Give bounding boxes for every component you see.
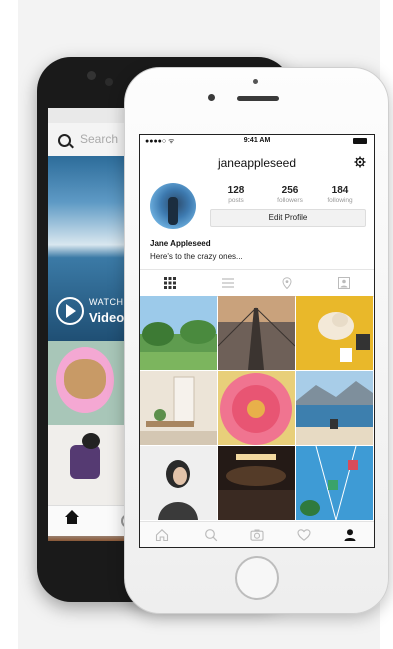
search-icon xyxy=(58,134,71,147)
dog-body xyxy=(70,445,100,479)
following-label: following xyxy=(327,197,353,204)
pug xyxy=(64,359,106,399)
avatar-person xyxy=(168,197,178,225)
followers-stat[interactable]: 256 followers xyxy=(264,185,316,204)
followers-label: followers xyxy=(277,197,303,204)
grid-photo-1[interactable] xyxy=(140,296,217,370)
display-name: Jane Appleseed xyxy=(150,239,211,248)
following-stat[interactable]: 184 following xyxy=(314,185,366,204)
heart-icon[interactable] xyxy=(297,528,311,542)
pink-flower-photo xyxy=(218,371,295,445)
back-sensor-dot xyxy=(105,78,113,86)
profile-screen: ●●●●○ ᯤ 9:41 AM janeappleseed 128 posts … xyxy=(139,134,375,548)
grid-photo-4[interactable] xyxy=(140,371,217,445)
bottom-tab-bar xyxy=(140,521,374,547)
profile-header: janeappleseed xyxy=(140,149,374,175)
beach-photo xyxy=(296,371,373,445)
watch-label: WATCH xyxy=(89,297,124,307)
home-button[interactable] xyxy=(235,556,279,600)
bio-text: Here's to the crazy ones... xyxy=(150,252,243,261)
concert-photo xyxy=(218,446,295,520)
search-icon[interactable] xyxy=(204,528,218,542)
battery-icon xyxy=(353,138,367,144)
front-speaker xyxy=(237,96,279,101)
posts-stat[interactable]: 128 posts xyxy=(210,185,262,204)
posts-label: posts xyxy=(228,197,244,204)
play-icon[interactable] xyxy=(56,297,84,325)
camera-icon[interactable] xyxy=(250,528,264,542)
grid-photo-6[interactable] xyxy=(296,371,373,445)
grid-photo-9[interactable] xyxy=(296,446,373,520)
video-label: Video xyxy=(89,310,125,325)
home-icon[interactable] xyxy=(65,510,79,526)
edit-profile-button[interactable]: Edit Profile xyxy=(210,209,366,227)
status-time: 9:41 AM xyxy=(243,137,271,144)
grid-photo-3[interactable] xyxy=(296,296,373,370)
followers-count: 256 xyxy=(281,185,299,196)
posts-count: 128 xyxy=(227,185,245,196)
front-sensor-dot xyxy=(253,79,258,84)
list-icon[interactable] xyxy=(222,277,234,289)
front-camera xyxy=(208,94,215,101)
portrait-photo xyxy=(140,446,217,520)
status-bar: ●●●●○ ᯤ 9:41 AM xyxy=(140,135,374,148)
park-photo xyxy=(140,296,217,370)
profile-icon[interactable] xyxy=(343,528,357,542)
grid-photo-2[interactable] xyxy=(218,296,295,370)
grid-photo-8[interactable] xyxy=(218,446,295,520)
grid-photo-5[interactable] xyxy=(218,371,295,445)
grid-icon[interactable] xyxy=(164,277,176,289)
gear-icon[interactable] xyxy=(354,156,366,168)
profile-stats: 128 posts 256 followers 184 following xyxy=(210,185,370,207)
home-icon[interactable] xyxy=(155,528,169,542)
view-tabs xyxy=(140,269,374,297)
dog-yellow-photo xyxy=(296,296,373,370)
bridge-photo xyxy=(218,296,295,370)
avatar[interactable] xyxy=(150,183,196,229)
interior-photo xyxy=(140,371,217,445)
photo-grid xyxy=(140,296,374,521)
location-pin-icon[interactable] xyxy=(281,277,293,289)
grid-photo-7[interactable] xyxy=(140,446,217,520)
carnival-photo xyxy=(296,446,373,520)
back-camera-dot xyxy=(87,71,96,80)
following-count: 184 xyxy=(331,185,349,196)
username: janeappleseed xyxy=(217,156,297,170)
tagged-icon[interactable] xyxy=(338,277,350,289)
dog-head xyxy=(82,433,100,449)
back-search-placeholder: Search xyxy=(80,132,119,146)
